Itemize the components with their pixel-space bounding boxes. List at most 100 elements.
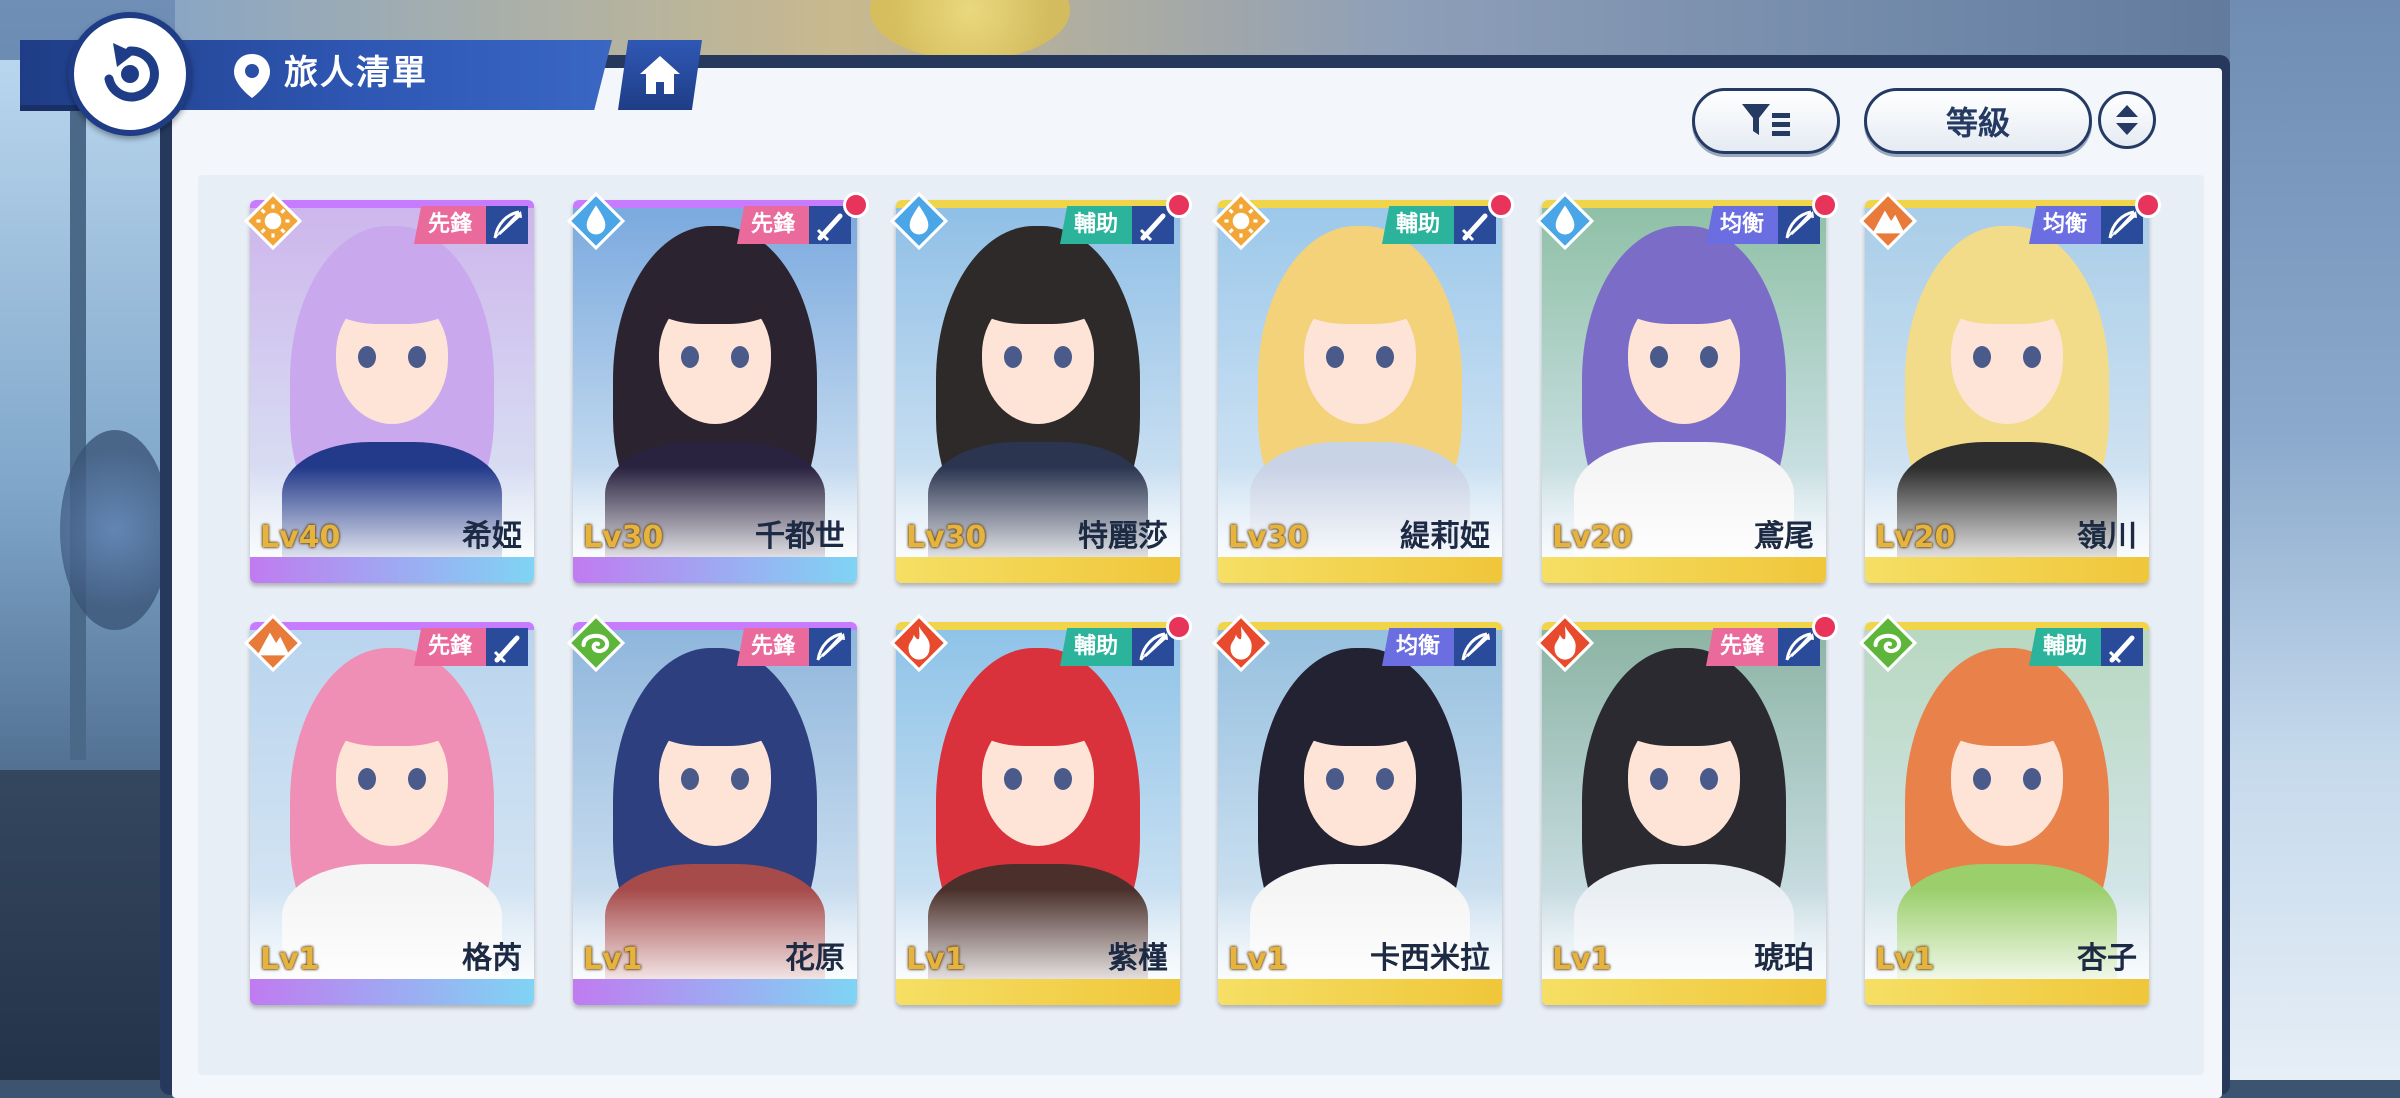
portrait-hair-front (324, 258, 460, 324)
mountain-icon (243, 613, 303, 673)
fire-icon (889, 613, 949, 673)
portrait-hair-front (970, 680, 1106, 746)
card-rarity-bar (250, 979, 534, 1005)
character-level: Lv40 (260, 520, 341, 555)
card-rarity-bar (1542, 557, 1826, 583)
character-role-tag: 輔助 (1059, 628, 1132, 666)
character-level: Lv1 (1552, 942, 1612, 977)
character-name: 格芮 (462, 941, 522, 976)
character-level: Lv1 (1228, 942, 1288, 977)
portrait-hair-front (1292, 680, 1428, 746)
character-level: Lv1 (906, 942, 966, 977)
character-name: 紫槿 (1108, 941, 1168, 976)
portrait-eye-right (1376, 768, 1394, 790)
character-role-tag: 均衡 (2028, 206, 2101, 244)
character-role-tag: 輔助 (1381, 206, 1454, 244)
portrait-eye-right (2023, 768, 2041, 790)
water-drop-icon (1535, 191, 1595, 251)
water-drop-icon (889, 191, 949, 251)
portrait-hair-front (324, 680, 460, 746)
card-rarity-bar (896, 979, 1180, 1005)
card-rarity-bar (573, 557, 857, 583)
character-card[interactable]: Lv1 琥珀 先鋒 (1542, 622, 1826, 1005)
portrait-eye-left (1326, 346, 1344, 368)
bow-icon (1454, 628, 1496, 666)
character-role-tag: 輔助 (1059, 206, 1132, 244)
new-indicator-dot (843, 192, 869, 218)
background-window-frame (70, 80, 86, 760)
character-name: 鳶尾 (1754, 519, 1814, 554)
portrait-eye-left (1650, 346, 1668, 368)
portrait-hair-front (647, 258, 783, 324)
character-card[interactable]: Lv40 希婭 先鋒 (250, 200, 534, 583)
character-level: Lv30 (583, 520, 664, 555)
character-level: Lv1 (583, 942, 643, 977)
portrait-hair-front (647, 680, 783, 746)
portrait-eye-right (731, 346, 749, 368)
portrait-eye-right (1054, 768, 1072, 790)
character-name: 緹莉婭 (1400, 519, 1490, 554)
back-arrow-icon (104, 43, 159, 102)
character-role-tag: 均衡 (1705, 206, 1778, 244)
new-indicator-dot (1166, 192, 1192, 218)
portrait-eye-left (1004, 346, 1022, 368)
character-role-tag: 均衡 (1381, 628, 1454, 666)
portrait-hair-front (1939, 258, 2075, 324)
portrait-eye-right (731, 768, 749, 790)
character-card[interactable]: Lv1 杏子 輔助 (1865, 622, 2149, 1005)
back-button[interactable] (68, 12, 192, 136)
sort-order-icon (2116, 105, 2138, 135)
character-role-tag: 輔助 (2028, 628, 2101, 666)
card-rarity-bar (1865, 557, 2149, 583)
character-name: 千都世 (755, 519, 845, 554)
character-level: Lv20 (1875, 520, 1956, 555)
sort-order-button[interactable] (2098, 91, 2156, 149)
character-card[interactable]: Lv30 千都世 先鋒 (573, 200, 857, 583)
portrait-eye-right (1376, 346, 1394, 368)
new-indicator-dot (2135, 192, 2161, 218)
wind-icon (566, 613, 626, 673)
character-card[interactable]: Lv1 卡西米拉 均衡 (1218, 622, 1502, 1005)
portrait-eye-left (1326, 768, 1344, 790)
portrait-eye-right (1054, 346, 1072, 368)
bow-icon (809, 628, 851, 666)
portrait-eye-right (1700, 346, 1718, 368)
new-indicator-dot (1812, 192, 1838, 218)
character-card[interactable]: Lv20 鳶尾 均衡 (1542, 200, 1826, 583)
character-role-tag: 先鋒 (736, 628, 809, 666)
sword-icon (486, 628, 528, 666)
character-name: 杏子 (2077, 941, 2137, 976)
card-rarity-bar (1865, 979, 2149, 1005)
card-rarity-bar (573, 979, 857, 1005)
character-card[interactable]: Lv1 紫槿 輔助 (896, 622, 1180, 1005)
card-rarity-bar (896, 557, 1180, 583)
portrait-eye-left (1973, 768, 1991, 790)
portrait-eye-right (408, 768, 426, 790)
character-card[interactable]: Lv1 花原 先鋒 (573, 622, 857, 1005)
character-card[interactable]: Lv1 格芮 先鋒 (250, 622, 534, 1005)
wind-icon (1858, 613, 1918, 673)
sort-by-select[interactable]: 等級 (1864, 88, 2092, 154)
sword-icon (2101, 628, 2143, 666)
character-role-tag: 先鋒 (413, 206, 486, 244)
portrait-eye-right (2023, 346, 2041, 368)
character-card[interactable]: Lv30 緹莉婭 輔助 (1218, 200, 1502, 583)
filter-button[interactable] (1692, 88, 1840, 154)
character-name: 琥珀 (1754, 941, 1814, 976)
portrait-eye-left (1004, 768, 1022, 790)
character-card[interactable]: Lv20 嶺川 均衡 (1865, 200, 2149, 583)
character-level: Lv1 (260, 942, 320, 977)
filter-icon (1742, 104, 1790, 136)
home-button[interactable] (618, 40, 702, 110)
card-rarity-bar (1542, 979, 1826, 1005)
character-card[interactable]: Lv30 特麗莎 輔助 (896, 200, 1180, 583)
portrait-hair-front (1292, 258, 1428, 324)
background-plant (60, 430, 170, 630)
character-name: 嶺川 (2077, 519, 2137, 554)
sun-icon (243, 191, 303, 251)
character-name: 卡西米拉 (1370, 941, 1490, 976)
portrait-hair-front (970, 258, 1106, 324)
card-rarity-bar (250, 557, 534, 583)
new-indicator-dot (1812, 614, 1838, 640)
portrait-hair-front (1616, 680, 1752, 746)
